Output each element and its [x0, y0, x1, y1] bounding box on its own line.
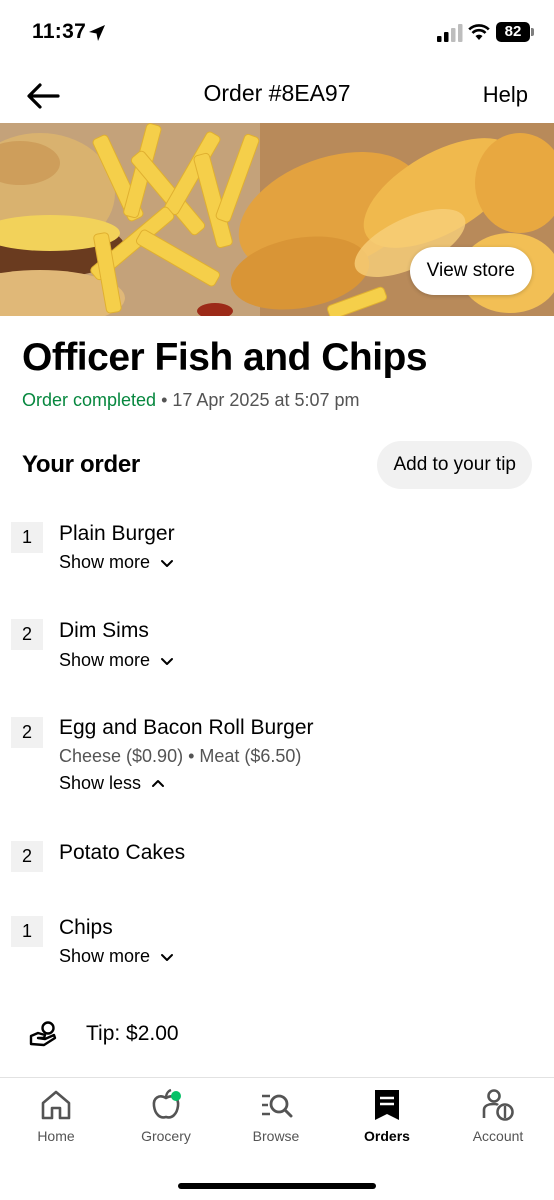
your-order-heading: Your order	[22, 451, 140, 478]
order-meta: Order completed • 17 Apr 2025 at 5:07 pm	[22, 390, 360, 411]
tab-home[interactable]: Home	[6, 1088, 106, 1144]
tab-label: Account	[472, 1128, 524, 1144]
location-arrow-icon	[89, 25, 105, 41]
item-name: Plain Burger	[59, 522, 175, 545]
toggle-label: Show less	[59, 773, 142, 793]
order-date: 17 Apr 2025 at 5:07 pm	[172, 390, 360, 410]
tip-amount: Tip: $2.00	[86, 1022, 179, 1045]
tab-browse[interactable]: Browse	[226, 1088, 326, 1144]
tab-orders[interactable]: Orders	[337, 1088, 437, 1144]
grocery-icon	[152, 1088, 181, 1119]
item-name: Egg and Bacon Roll Burger	[59, 716, 314, 739]
order-status: Order completed	[22, 390, 157, 410]
help-link[interactable]: Help	[483, 82, 528, 108]
item-name: Chips	[59, 916, 113, 939]
chevron-down-icon	[161, 953, 174, 961]
tab-label: Grocery	[141, 1128, 191, 1144]
item-options: Cheese ($0.90) • Meat ($6.50)	[59, 746, 302, 766]
browse-icon	[262, 1094, 293, 1118]
item-name: Dim Sims	[59, 619, 149, 642]
chevron-down-icon	[161, 657, 174, 665]
orders-icon	[375, 1090, 399, 1120]
cellular-signal-icon	[437, 24, 463, 42]
store-hero-image: View store	[0, 123, 554, 316]
item-quantity: 1	[11, 916, 43, 947]
show-less-toggle[interactable]: Show less	[59, 773, 165, 794]
meta-separator: •	[156, 390, 173, 410]
status-bar: 11:37 82	[0, 0, 554, 66]
show-more-toggle[interactable]: Show more	[59, 552, 174, 573]
toggle-label: Show more	[59, 946, 151, 966]
tab-label: Orders	[364, 1128, 410, 1144]
item-quantity: 2	[11, 841, 43, 872]
battery-indicator: 82	[496, 22, 530, 42]
tip-row: Tip: $2.00	[0, 1010, 554, 1060]
show-more-toggle[interactable]: Show more	[59, 946, 174, 967]
toggle-label: Show more	[59, 650, 151, 670]
tab-account[interactable]: Account	[448, 1088, 548, 1144]
battery-tip	[531, 28, 534, 36]
chevron-up-icon	[152, 779, 165, 787]
item-name: Potato Cakes	[59, 841, 186, 864]
item-quantity: 2	[11, 717, 43, 748]
status-time: 11:37	[32, 20, 87, 43]
bottom-tab-bar: Home Grocery Browse Orders Account	[0, 1077, 554, 1200]
view-store-button[interactable]: View store	[409, 247, 532, 295]
item-quantity: 1	[11, 522, 43, 553]
tip-hand-icon	[29, 1021, 57, 1047]
home-icon	[41, 1090, 71, 1120]
chevron-down-icon	[161, 559, 174, 567]
account-icon	[482, 1089, 514, 1121]
tab-label: Home	[37, 1128, 75, 1144]
show-more-toggle[interactable]: Show more	[59, 650, 174, 671]
add-tip-button[interactable]: Add to your tip	[377, 441, 532, 489]
nav-header: Order #8EA97 Help	[0, 66, 554, 122]
page-title: Order #8EA97	[203, 80, 351, 106]
tab-grocery[interactable]: Grocery	[116, 1088, 216, 1144]
tab-label: Browse	[252, 1128, 300, 1144]
store-name: Officer Fish and Chips	[22, 336, 428, 379]
toggle-label: Show more	[59, 552, 151, 572]
home-indicator	[178, 1183, 376, 1189]
item-quantity: 2	[11, 619, 43, 650]
wifi-icon	[468, 24, 490, 40]
